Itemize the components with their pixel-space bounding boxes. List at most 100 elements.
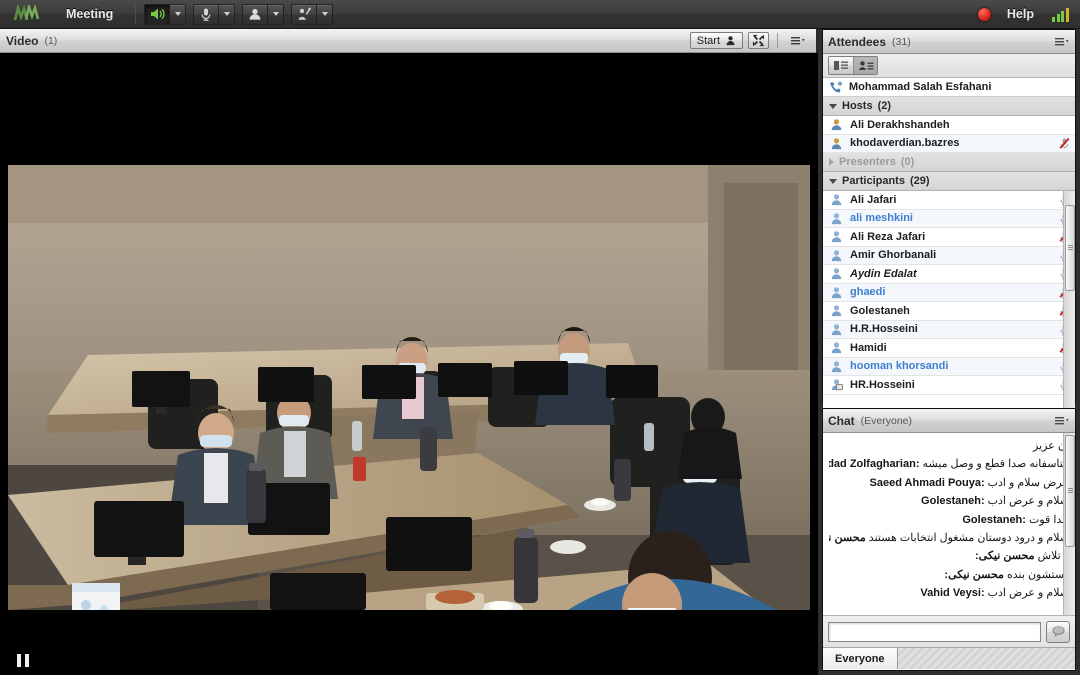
- chat-scrollbar-thumb[interactable]: [1065, 435, 1075, 547]
- group-header-presenters[interactable]: Presenters (0): [823, 153, 1075, 172]
- group-hosts-label: Hosts: [842, 100, 873, 112]
- attendee-row[interactable]: HR.Hosseini: [823, 376, 1075, 395]
- video-pod-menu-button[interactable]: [786, 35, 810, 46]
- signal-strength-icon: [1052, 7, 1070, 22]
- attendee-name: hooman khorsandi: [850, 360, 949, 373]
- record-button-icon[interactable]: [977, 7, 991, 21]
- start-webcam-button[interactable]: Start: [689, 32, 743, 49]
- attendee-row[interactable]: Golestaneh: [823, 302, 1075, 321]
- chat-menu-button[interactable]: [1054, 415, 1070, 426]
- raise-hand-button[interactable]: [291, 3, 318, 25]
- attendee-row[interactable]: Hamidi: [823, 339, 1075, 358]
- self-attendee-name: Mohammad Salah Esfahani: [849, 81, 992, 93]
- pod-tool-divider: [777, 33, 778, 48]
- attendee-icon: [831, 231, 842, 243]
- attendee-icon: [831, 342, 842, 354]
- host-icon: [831, 119, 842, 131]
- speaker-button[interactable]: [144, 3, 171, 25]
- chevron-down-icon: [829, 103, 837, 109]
- attendees-panel-header: Attendees (31): [823, 30, 1075, 54]
- chat-scrollbar[interactable]: [1063, 433, 1075, 615]
- card-view-icon: [858, 61, 873, 70]
- fullscreen-button[interactable]: [748, 32, 769, 49]
- chat-tab-bar: Everyone: [823, 647, 1075, 669]
- attendee-row-host-0[interactable]: Ali Derakhshandeh: [823, 116, 1075, 135]
- card-view-button[interactable]: [853, 57, 877, 74]
- attendee-name: Golestaneh: [850, 304, 910, 317]
- chevron-down-icon: [272, 12, 279, 16]
- fullscreen-icon: [752, 34, 765, 47]
- video-pod: Video (1) Start: [0, 29, 818, 675]
- host-icon: [831, 138, 842, 149]
- pod-menu-icon: [791, 37, 805, 45]
- camera-dropdown-button[interactable]: [268, 3, 285, 25]
- conference-room-video-frame: [8, 165, 810, 610]
- attendee-icon: [831, 287, 842, 298]
- list-view-button[interactable]: [829, 57, 853, 74]
- chevron-right-icon: [829, 158, 834, 166]
- chat-input[interactable]: [828, 621, 1041, 642]
- attendee-row[interactable]: Amir Ghorbanali: [823, 246, 1075, 265]
- meeting-menu[interactable]: Meeting: [50, 7, 127, 21]
- toolbar-right-group: Help: [977, 7, 1080, 22]
- chat-message-sender: Golestaneh:: [962, 513, 1026, 526]
- chevron-down-icon: [321, 12, 328, 16]
- attendees-view-toolbar: [823, 54, 1075, 78]
- attendee-row[interactable]: ghaedi: [823, 283, 1075, 302]
- attendees-title: Attendees: [828, 34, 887, 49]
- group-participants-label: Participants: [842, 175, 905, 187]
- video-canvas[interactable]: [0, 53, 818, 675]
- microphone-button[interactable]: [193, 3, 220, 25]
- send-message-button[interactable]: [1046, 620, 1070, 643]
- panel-menu-icon: [1055, 417, 1069, 425]
- attendee-icon: [831, 250, 842, 261]
- chat-message-text: متاسفانه صدا قطع و وصل میشه: [919, 458, 1069, 471]
- video-pod-count: (1): [44, 34, 58, 47]
- chat-tab-everyone[interactable]: Everyone: [823, 648, 898, 669]
- raise-hand-dropdown-button[interactable]: [317, 3, 334, 25]
- main-toolbar: Meeting Help: [0, 0, 1080, 29]
- chat-message-text: عرض سلام و ادب: [984, 476, 1069, 489]
- attendee-name: Ali Jafari: [850, 193, 897, 206]
- chat-message-sender: Vahid Veysi:: [920, 587, 985, 600]
- attendee-row[interactable]: Ali Reza Jafari: [823, 228, 1075, 247]
- self-attendee-row[interactable]: Mohammad Salah Esfahani: [823, 78, 1075, 97]
- chat-message-sender: Golestaneh:: [921, 495, 985, 508]
- start-button-label: Start: [696, 34, 720, 47]
- chevron-down-icon: [174, 12, 181, 16]
- chat-message-list[interactable]: ان عزیزمتاسفانه صدا قطع و وصل میشه Mehrd…: [823, 433, 1075, 615]
- microphone-control-group: [193, 3, 236, 25]
- list-view-icon: [834, 61, 848, 70]
- help-menu[interactable]: Help: [1007, 7, 1034, 21]
- camera-button[interactable]: [242, 3, 269, 25]
- group-header-participants[interactable]: Participants (29): [823, 172, 1075, 191]
- camera-control-group: [242, 3, 285, 25]
- attendee-row[interactable]: H.R.Hosseini: [823, 320, 1075, 339]
- person-icon: [726, 36, 735, 46]
- attendee-name: HR.Hosseini: [850, 378, 915, 391]
- attendee-row[interactable]: ali meshkini: [823, 209, 1075, 228]
- attendee-row-host-1[interactable]: khodaverdian.bazres: [823, 134, 1075, 153]
- attendees-scrollbar-thumb[interactable]: [1065, 205, 1075, 291]
- chat-input-bar: [823, 615, 1075, 647]
- attendee-icon: [831, 213, 842, 224]
- group-header-hosts[interactable]: Hosts (2): [823, 97, 1075, 116]
- attendee-row[interactable]: Aydin Edalat: [823, 265, 1075, 284]
- attendee-presenting-icon: [831, 379, 843, 391]
- pause-button[interactable]: [17, 654, 29, 667]
- right-panel-column: Attendees (31) Mohammad Salah Esfahani H…: [818, 29, 1080, 675]
- attendee-name: khodaverdian.bazres: [850, 137, 960, 150]
- chat-message-sender: محسن نیکی:: [944, 568, 1004, 581]
- microphone-dropdown-button[interactable]: [219, 3, 236, 25]
- attendee-name: Amir Ghorbanali: [850, 249, 937, 262]
- chat-message-text: سلام و عرض ادب: [984, 495, 1069, 508]
- attendee-row[interactable]: Ali Jafari: [823, 191, 1075, 210]
- attendee-icon: [831, 324, 842, 335]
- attendee-row[interactable]: hooman khorsandi: [823, 357, 1075, 376]
- attendees-view-switcher: [828, 56, 878, 75]
- speaker-dropdown-button[interactable]: [170, 3, 187, 25]
- chevron-down-icon: [829, 178, 837, 184]
- attendees-menu-button[interactable]: [1054, 36, 1070, 47]
- chat-message-sender: Mehrdad Zolfagharian:: [829, 458, 920, 471]
- chat-scope: (Everyone): [860, 414, 913, 427]
